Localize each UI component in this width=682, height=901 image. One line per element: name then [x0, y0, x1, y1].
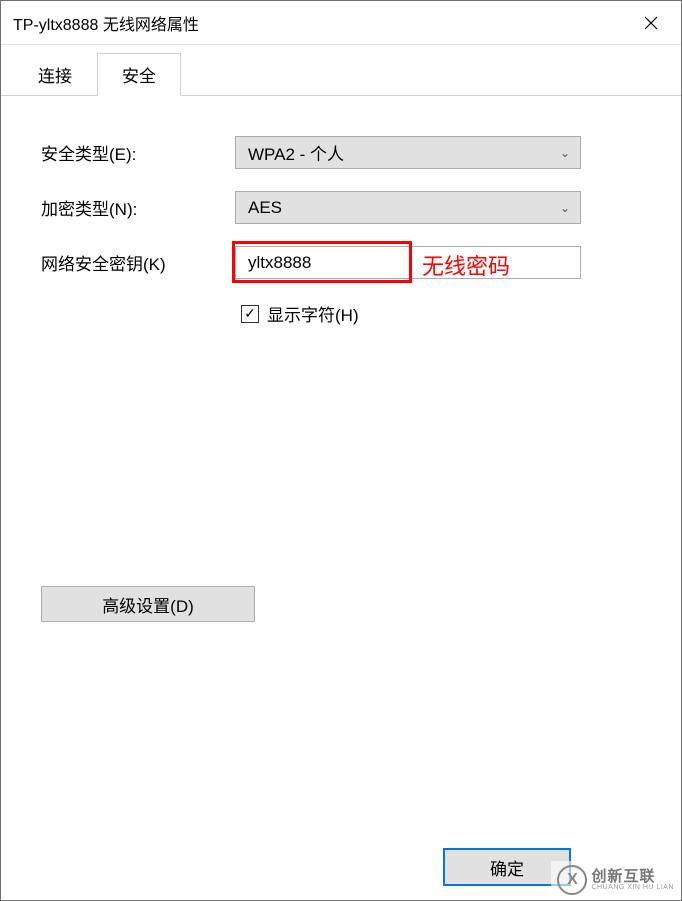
ok-button[interactable]: 确定 [443, 848, 571, 886]
label-show-characters: 显示字符(H) [267, 301, 359, 326]
titlebar: TP-yltx8888 无线网络属性 [1, 1, 681, 45]
dialog-window: TP-yltx8888 无线网络属性 连接 安全 安全类型(E): WPA2 -… [0, 0, 682, 901]
dropdown-encryption-type[interactable]: AES ⌄ [235, 191, 581, 224]
dropdown-security-type[interactable]: WPA2 - 个人 ⌄ [235, 136, 581, 169]
network-key-input[interactable] [236, 247, 580, 278]
chevron-down-icon: ⌄ [560, 201, 570, 215]
chevron-down-icon: ⌄ [560, 146, 570, 160]
label-network-key: 网络安全密钥(K) [41, 250, 235, 275]
row-show-characters: ✓ 显示字符(H) [241, 301, 651, 326]
footer: 确定 [1, 834, 681, 900]
tab-strip: 连接 安全 [1, 45, 681, 96]
tab-content: 安全类型(E): WPA2 - 个人 ⌄ 加密类型(N): AES ⌄ 网络安全… [1, 96, 681, 834]
row-network-key: 网络安全密钥(K) 无线密码 [41, 246, 651, 279]
window-title: TP-yltx8888 无线网络属性 [13, 11, 199, 35]
check-icon: ✓ [244, 305, 256, 322]
label-encryption-type: 加密类型(N): [41, 195, 235, 220]
close-icon [644, 16, 658, 30]
network-key-input-wrap: 无线密码 [235, 246, 581, 279]
row-encryption-type: 加密类型(N): AES ⌄ [41, 191, 651, 224]
dropdown-security-type-value: WPA2 - 个人 [248, 140, 344, 165]
label-security-type: 安全类型(E): [41, 140, 235, 165]
tab-connect[interactable]: 连接 [13, 53, 97, 95]
close-button[interactable] [621, 1, 681, 45]
tab-security[interactable]: 安全 [97, 53, 181, 96]
row-security-type: 安全类型(E): WPA2 - 个人 ⌄ [41, 136, 651, 169]
checkbox-show-characters[interactable]: ✓ [241, 305, 259, 323]
advanced-settings-button[interactable]: 高级设置(D) [41, 586, 255, 622]
dropdown-encryption-type-value: AES [248, 198, 282, 218]
